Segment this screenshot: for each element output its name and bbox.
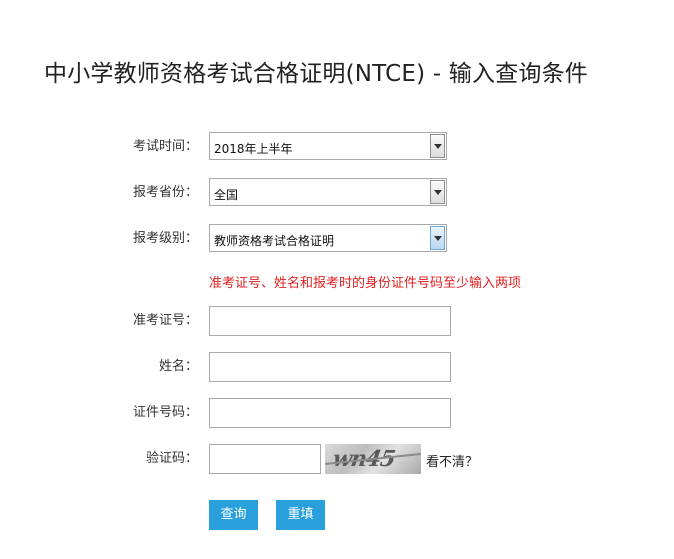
query-button[interactable]: 查询 (209, 500, 258, 530)
ticket-number-row: 准考证号： (0, 306, 674, 336)
level-value: 教师资格考试合格证明 (214, 234, 335, 248)
level-label: 报考级别： (132, 231, 198, 246)
captcha-input[interactable] (209, 444, 321, 474)
captcha-image[interactable]: wn45 (325, 444, 421, 474)
chevron-down-icon[interactable] (430, 226, 445, 250)
chevron-down-icon[interactable] (430, 134, 445, 158)
reset-button[interactable]: 重填 (276, 500, 325, 530)
id-number-input[interactable] (209, 398, 451, 428)
name-input[interactable] (209, 352, 451, 382)
ticket-number-label: 准考证号： (132, 313, 198, 328)
province-value: 全国 (214, 188, 239, 202)
ticket-number-input[interactable] (209, 306, 451, 336)
level-select[interactable]: 教师资格考试合格证明 (209, 224, 447, 252)
level-row: 报考级别： 教师资格考试合格证明 (0, 224, 674, 254)
captcha-refresh-link[interactable]: 看不清？ (426, 451, 478, 470)
exam-time-label: 考试时间： (132, 139, 198, 154)
captcha-label: 验证码： (145, 451, 198, 466)
province-label: 报考省份： (132, 185, 198, 200)
province-row: 报考省份： 全国 (0, 178, 674, 208)
page-title: 中小学教师资格考试合格证明(NTCE) - 输入查询条件 (44, 61, 588, 87)
exam-time-select[interactable]: 2018年上半年 (209, 132, 447, 160)
chevron-down-icon[interactable] (430, 180, 445, 204)
id-number-label: 证件号码： (132, 405, 198, 420)
exam-time-row: 考试时间： 2018年上半年 (0, 132, 674, 162)
name-row: 姓名： (0, 352, 674, 382)
input-hint: 准考证号、姓名和报考时的身份证件号码至少输入两项 (209, 276, 522, 291)
id-number-row: 证件号码： (0, 398, 674, 428)
name-label: 姓名： (158, 359, 198, 374)
exam-time-value: 2018年上半年 (214, 142, 293, 156)
province-select[interactable]: 全国 (209, 178, 447, 206)
captcha-row: 验证码： wn45 看不清？ (0, 444, 674, 474)
